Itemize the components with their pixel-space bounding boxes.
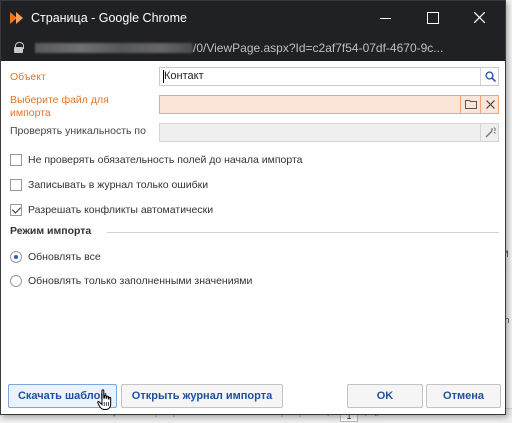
title-bar[interactable]: Страница - Google Chrome <box>1 1 505 35</box>
update-all-radio[interactable] <box>10 251 22 263</box>
log-errors-only-label[interactable]: Записывать в журнал только ошибки <box>28 179 208 191</box>
object-field[interactable]: Контакт <box>159 67 499 86</box>
skip-required-check-checkbox[interactable] <box>10 154 22 166</box>
uniqueness-field <box>159 123 499 142</box>
window-title: Страница - Google Chrome <box>31 11 187 25</box>
file-label: Выберите файл для импорта <box>10 94 109 119</box>
close-icon <box>474 12 485 23</box>
update-filled-only-label[interactable]: Обновлять только заполненными значениями <box>28 275 252 287</box>
lock-icon <box>14 42 24 53</box>
magic-wand-icon <box>485 127 496 138</box>
folder-icon <box>465 100 477 109</box>
lookup-button[interactable] <box>480 68 499 85</box>
auto-resolve-conflicts-checkbox[interactable] <box>10 204 22 216</box>
clear-icon <box>486 100 495 109</box>
hand-cursor-icon <box>97 389 112 410</box>
log-errors-only-checkbox[interactable] <box>10 179 22 191</box>
redacted-url-part <box>35 43 193 53</box>
app-logo-icon <box>10 12 24 25</box>
uniqueness-label: Проверять уникальность по <box>10 125 146 137</box>
clear-file-button[interactable] <box>480 96 499 113</box>
update-all-label[interactable]: Обновлять все <box>28 251 101 263</box>
auto-resolve-conflicts-label[interactable]: Разрешать конфликты автоматически <box>28 204 213 216</box>
address-bar[interactable]: /0/ViewPage.aspx?Id=c2af7f54-07df-4670-9… <box>1 35 505 61</box>
minimize-button[interactable] <box>363 1 409 35</box>
close-window-button[interactable] <box>455 1 505 35</box>
object-label: Объект <box>10 71 46 83</box>
file-field[interactable] <box>159 95 499 114</box>
cancel-button[interactable]: Отмена <box>426 384 501 408</box>
search-icon <box>485 71 496 82</box>
open-import-log-button[interactable]: Открыть журнал импорта <box>121 384 283 408</box>
import-mode-heading: Режим импорта <box>10 225 92 237</box>
section-divider <box>107 232 499 233</box>
browse-file-button[interactable] <box>460 96 479 113</box>
ok-button[interactable]: OK <box>347 384 423 408</box>
maximize-button[interactable] <box>409 1 455 35</box>
import-dialog-window: Страница - Google Chrome /0/ViewPage.asp… <box>0 0 506 415</box>
update-filled-only-radio[interactable] <box>10 275 22 287</box>
skip-required-check-label[interactable]: Не проверять обязательность полей до нач… <box>28 154 302 166</box>
uniqueness-settings-button[interactable] <box>480 124 499 141</box>
url-text: /0/ViewPage.aspx?Id=c2af7f54-07df-4670-9… <box>193 41 444 55</box>
object-field-value: Контакт <box>164 70 204 82</box>
import-form: Объект Контакт Выберите файл для импорта <box>1 61 505 414</box>
